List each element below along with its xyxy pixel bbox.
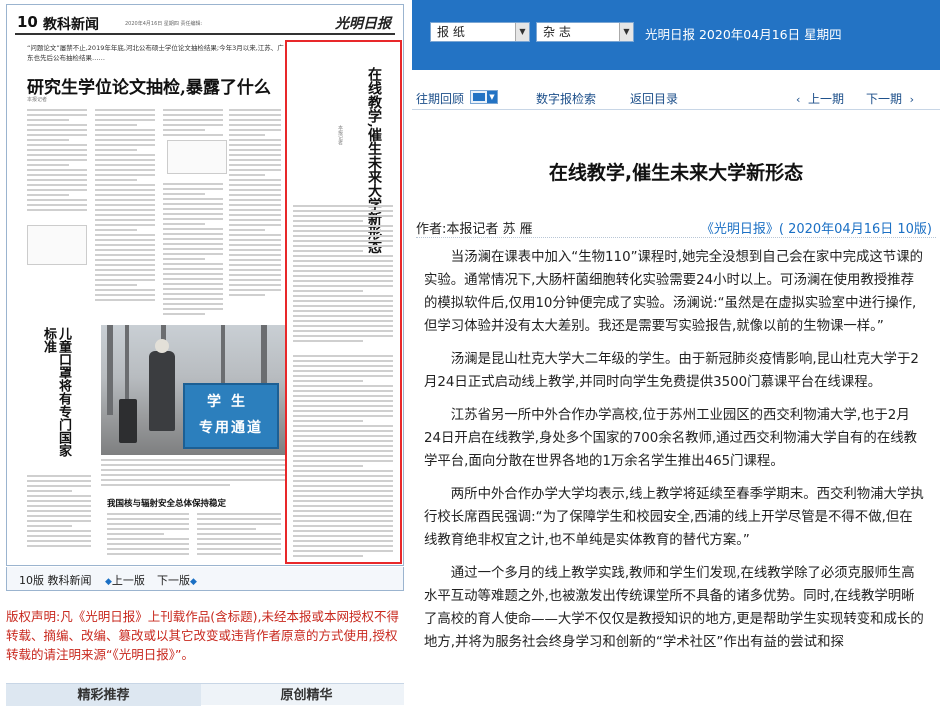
- side-article-text: [27, 475, 91, 550]
- newspaper-select[interactable]: 报 纸 ▼: [430, 22, 530, 42]
- lead-article-intro[interactable]: “问题论文”屡禁不止,2019年年底,河北公布硕士学位论文抽检结果;今年3月以来…: [27, 43, 287, 63]
- section-name: 教科新闻: [43, 17, 99, 33]
- article-body: 当汤澜在课表中加入“生物110”课程时,她完全没想到自己会在家中完成这节课的实验…: [424, 246, 926, 664]
- sub-article-headline[interactable]: 我国核与辐射安全总体保持稳定: [107, 497, 226, 509]
- next-page-label: 下一版: [157, 574, 190, 587]
- next-issue-link[interactable]: 下一期 ›: [866, 90, 914, 107]
- prev-issue-link[interactable]: ‹ 上一期: [796, 90, 844, 107]
- article-paragraph: 汤澜是昆山杜克大学大二年级的学生。由于新冠肺炎疫情影响,昆山杜克大学于2月24日…: [424, 352, 919, 390]
- archive-link[interactable]: 往期回顾: [416, 90, 464, 107]
- prev-page-label: 上一版: [111, 574, 145, 587]
- left-triangle-icon: ◆: [105, 577, 112, 587]
- article-paragraph: 通过一个多月的线上教学实践,教师和学生们发现,在线教学除了必须克服师生高水平互动…: [424, 566, 924, 650]
- current-page-label: 10版 教科新闻: [19, 574, 92, 587]
- highlighted-article-text: [293, 355, 393, 560]
- photo-sign-line-2: 专用通道: [199, 420, 263, 436]
- paper-date: 光明日报 2020年04月16日 星期四: [645, 27, 842, 42]
- photo-sign: 学生 专用通道: [183, 383, 279, 449]
- inset-box: [167, 140, 227, 174]
- magazine-select[interactable]: 杂 志 ▼: [536, 22, 634, 42]
- right-triangle-icon: ◆: [190, 577, 197, 587]
- layout-icon: [473, 93, 485, 101]
- side-article-title[interactable]: 儿童口罩将有专门国家标准: [31, 327, 71, 467]
- chevron-right-icon: ›: [909, 93, 915, 106]
- page-header: 10 教科新闻 2020年4月16日 星期四 责任编辑: 光明日报: [15, 11, 395, 35]
- chevron-down-icon: ▼: [515, 23, 529, 41]
- article-paragraph: 当汤澜在课表中加入“生物110”课程时,她完全没想到自己会在家中完成这节课的实验…: [424, 250, 923, 334]
- prev-issue-label: 上一期: [808, 92, 845, 106]
- article-author: 作者:本报记者 苏 雁: [416, 222, 533, 237]
- lead-article-headline[interactable]: 研究生学位论文抽检,暴露了什么: [27, 73, 271, 98]
- next-page-link[interactable]: 下一版◆: [157, 572, 197, 588]
- article-meta: 作者:本报记者 苏 雁 《光明日报》( 2020年04月16日 10版): [416, 212, 936, 238]
- photo-sign-line-1: 学生: [207, 394, 255, 410]
- chevron-down-icon: ▼: [487, 91, 497, 103]
- layout-switch[interactable]: ▼: [470, 90, 498, 104]
- prev-page-link[interactable]: ◆上一版: [105, 572, 145, 588]
- copyright-notice: 版权声明:凡《光明日报》上刊载作品(含标题),未经本报或本网授权不得转载、摘编、…: [6, 609, 399, 662]
- article-paragraph: 江苏省另一所中外合作办学高校,位于苏州工业园区的西交利物浦大学,也于2月24日开…: [424, 408, 917, 469]
- article-text-column: [95, 109, 155, 304]
- top-toolbar: 报 纸 ▼ 杂 志 ▼ 光明日报 2020年04月16日 星期四: [412, 0, 940, 70]
- newspaper-panel: 10 教科新闻 2020年4月16日 星期四 责任编辑: 光明日报 “问题论文”…: [0, 0, 410, 706]
- page-number: 10: [17, 13, 38, 31]
- next-issue-label: 下一期: [866, 92, 903, 106]
- chevron-down-icon: ▼: [619, 23, 633, 41]
- sub-article-text: [107, 513, 189, 558]
- magazine-select-value: 杂 志: [543, 25, 571, 39]
- page-date: 2020年4月16日 星期四 责任编辑:: [125, 21, 203, 27]
- newspaper-page-image[interactable]: 10 教科新闻 2020年4月16日 星期四 责任编辑: 光明日报 “问题论文”…: [6, 4, 404, 566]
- tab-original[interactable]: 原创精华: [209, 684, 404, 706]
- newspaper-logo: 光明日报: [335, 16, 391, 32]
- sub-article-text: [197, 513, 281, 558]
- issue-navbar: 往期回顾 ▼ 数字报检索 返回目录 ‹ 上一期 下一期 ›: [412, 84, 940, 110]
- tab-featured[interactable]: 精彩推荐: [6, 684, 201, 706]
- recommend-tabs: 精彩推荐 原创精华: [6, 683, 404, 706]
- article-text-column: [229, 109, 281, 299]
- article-source[interactable]: 《光明日报》( 2020年04月16日 10版): [701, 218, 932, 237]
- lead-article-byline: 本报记者: [27, 97, 48, 103]
- article-paragraph: 两所中外合作办学大学均表示,线上教学将延续至春季学期末。西交利物浦大学执行校长席…: [424, 487, 924, 548]
- highlighted-article-byline: 本报记者: [337, 125, 343, 145]
- inset-box: [27, 225, 87, 265]
- article-text-column: [27, 109, 87, 214]
- news-photo[interactable]: 学生 专用通道: [101, 325, 285, 455]
- newspaper-select-value: 报 纸: [437, 25, 465, 39]
- back-to-index-link[interactable]: 返回目录: [630, 90, 678, 107]
- digital-search-link[interactable]: 数字报检索: [536, 90, 596, 107]
- page-navigation: 10版 教科新闻 ◆上一版 下一版◆: [6, 567, 404, 591]
- chevron-left-icon: ‹: [796, 93, 801, 106]
- highlighted-article-text: [293, 205, 393, 345]
- article-text-column: [163, 183, 223, 318]
- article-title: 在线教学,催生未来大学新形态: [548, 162, 804, 184]
- photo-caption: [101, 459, 285, 489]
- article-text-column: [163, 109, 223, 139]
